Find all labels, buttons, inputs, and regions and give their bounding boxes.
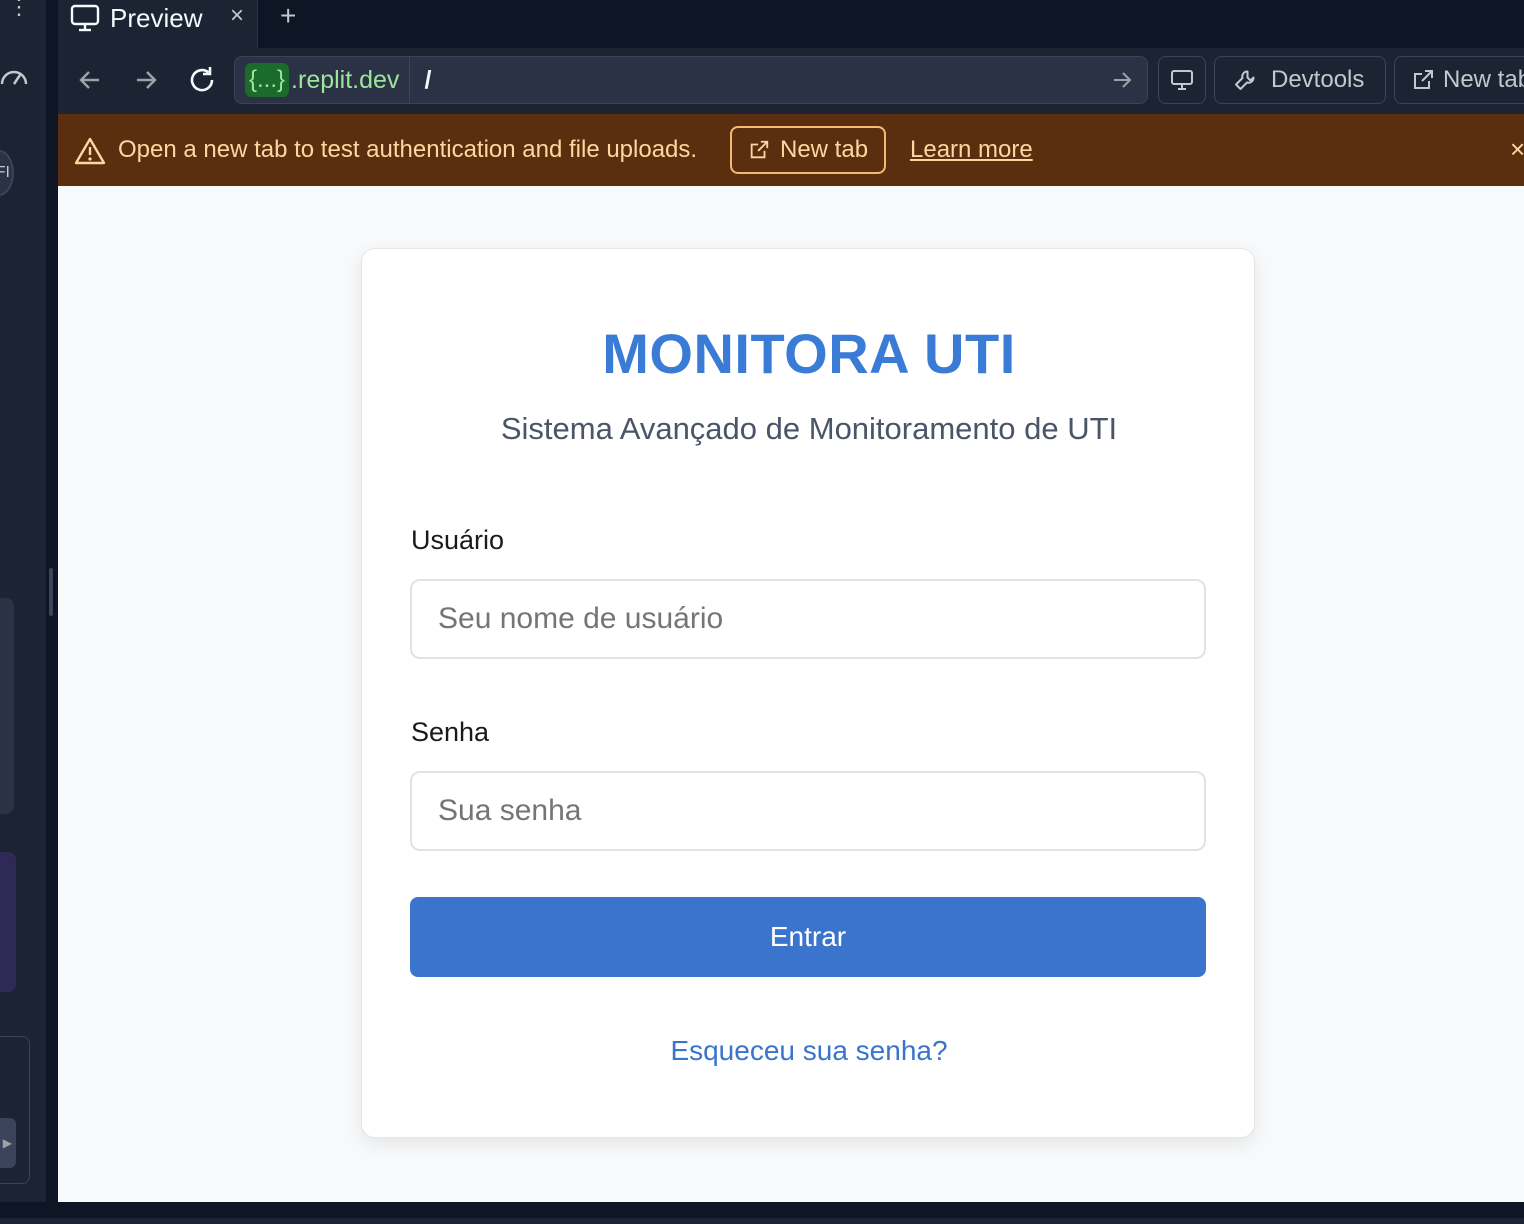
avatar[interactable]: FI — [0, 150, 14, 196]
side-panel-accent — [0, 852, 16, 992]
page-title: MONITORA UTI — [602, 322, 1016, 385]
avatar-initials: FI — [0, 164, 10, 181]
page-subtitle: Sistema Avançado de Monitoramento de UTI — [500, 411, 1118, 446]
url-host: .replit.dev — [291, 65, 400, 94]
open-new-tab-button[interactable]: New tab — [1394, 56, 1524, 104]
forgot-password-link[interactable]: Esqueceu sua senha? — [362, 1035, 1256, 1067]
resize-handle[interactable] — [49, 568, 53, 616]
external-link-icon — [1414, 70, 1433, 89]
tab-preview[interactable]: Preview × — [58, 0, 258, 48]
reload-icon[interactable] — [184, 62, 220, 98]
tab-divider — [257, 0, 258, 48]
username-input[interactable] — [410, 579, 1206, 659]
wrench-icon — [1235, 70, 1255, 90]
nav-bar: {...} .replit.dev / Devtools New tab — [58, 48, 1524, 114]
gauge-icon[interactable] — [0, 64, 30, 90]
close-icon[interactable]: × — [1510, 134, 1524, 165]
new-tab-label: New tab — [1443, 66, 1524, 93]
side-panel — [0, 598, 14, 814]
password-input[interactable] — [410, 771, 1206, 851]
url-host-chip: {...} — [245, 63, 290, 97]
banner-button-label: New tab — [780, 136, 869, 163]
url-divider — [409, 57, 411, 103]
forward-arrow-icon[interactable] — [128, 62, 164, 98]
tab-title: Preview — [110, 2, 203, 33]
preview-viewport: MONITORA UTI Sistema Avançado de Monitor… — [58, 186, 1524, 1202]
go-arrow-icon[interactable] — [1111, 69, 1133, 91]
password-label: Senha — [411, 717, 490, 747]
desktop-icon — [1171, 70, 1193, 90]
play-icon[interactable]: ▶ — [0, 1118, 16, 1168]
banner-new-tab-button[interactable]: New tab — [730, 126, 886, 174]
login-card: MONITORA UTI Sistema Avançado de Monitor… — [361, 248, 1255, 1138]
url-path-input[interactable]: / — [424, 66, 431, 95]
menu-dots-icon[interactable]: ⋮ — [8, 0, 30, 18]
close-icon[interactable]: × — [230, 2, 244, 30]
screen-size-button[interactable] — [1158, 56, 1206, 104]
devtools-label: Devtools — [1271, 66, 1365, 93]
learn-more-link[interactable]: Learn more — [910, 136, 1033, 164]
play-glyph: ▶ — [2, 1136, 12, 1150]
url-bar[interactable]: {...} .replit.dev / — [234, 56, 1148, 104]
devtools-button[interactable]: Devtools — [1214, 56, 1386, 104]
banner-message: Open a new tab to test authentication an… — [118, 136, 698, 163]
warning-banner: Open a new tab to test authentication an… — [58, 114, 1524, 186]
monitor-icon — [70, 4, 100, 32]
bottom-edge — [0, 1218, 1524, 1224]
username-label: Usuário — [411, 525, 505, 555]
back-arrow-icon[interactable] — [72, 62, 108, 98]
login-button[interactable]: Entrar — [410, 897, 1206, 977]
external-link-icon — [750, 140, 769, 159]
left-rail: ⋮ FI ▶ — [0, 0, 46, 1202]
add-tab-icon[interactable]: + — [280, 0, 296, 32]
tab-strip: Preview × + — [58, 0, 1524, 48]
warning-icon — [74, 137, 106, 165]
